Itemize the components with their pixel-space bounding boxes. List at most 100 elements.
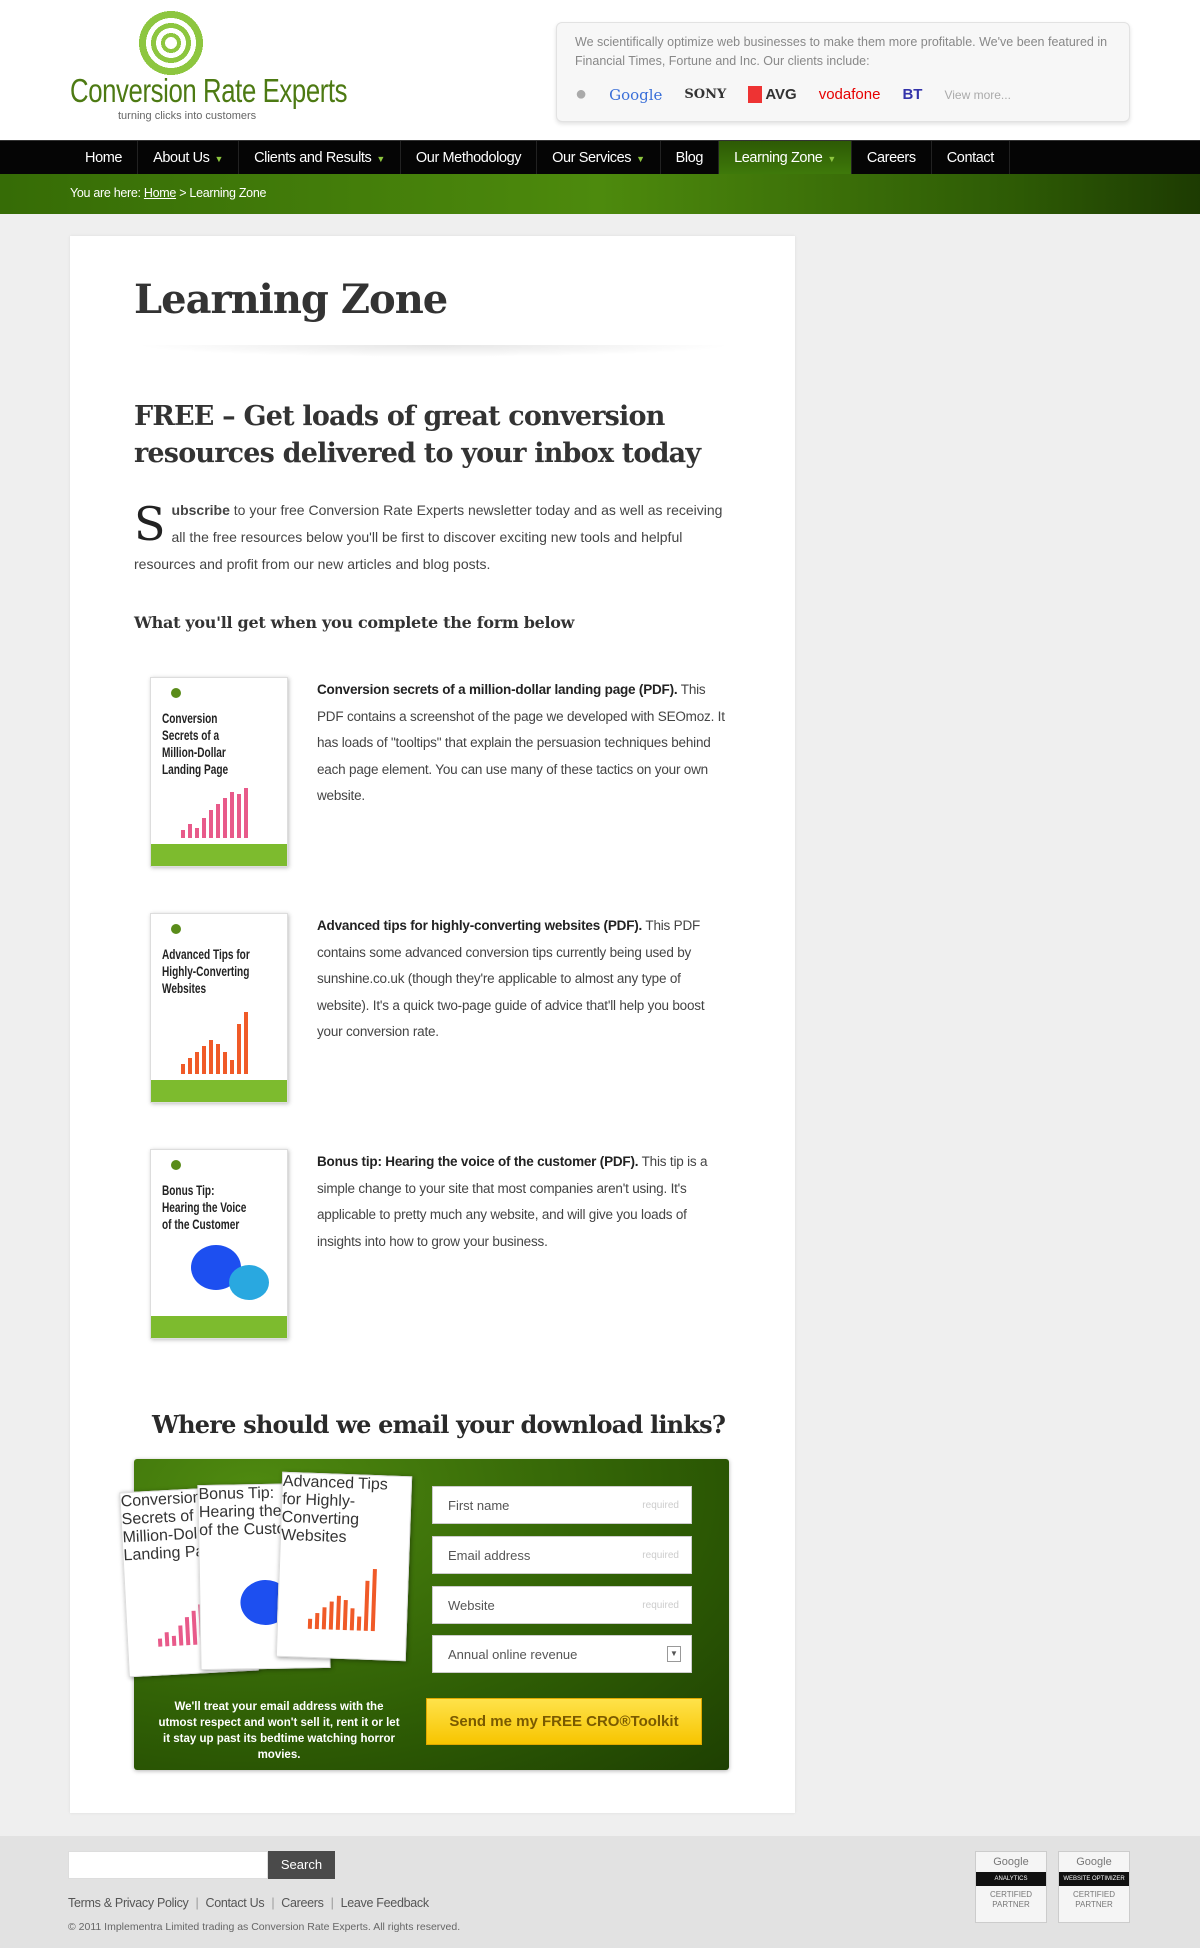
breadcrumb: You are here: Home > Learning Zone [70,186,266,200]
logo-icon[interactable] [136,10,206,76]
google-logo: Google [609,85,663,104]
dropcap: S [134,497,166,551]
email-placeholder: Email address [448,1548,531,1563]
what-you-get-heading: What you'll get when you complete the fo… [134,613,575,632]
required-hint: required [642,1500,679,1511]
nav-label: Contact [946,150,995,166]
nav-item-learning-zone[interactable]: Learning Zone ▼ [719,141,852,175]
chevron-down-icon: ▼ [376,154,385,164]
pdf-cover-thumbnail: Advanced Tips for Highly-Converting Webs… [150,913,288,1103]
chevron-down-icon: ▼ [636,154,645,164]
sony-logo: SONY [684,87,727,102]
badge-status: CERTIFIED PARTNER [989,1890,1033,1909]
nav-item-clients-and-results[interactable]: Clients and Results ▼ [239,141,401,175]
title-divider [134,345,734,357]
required-hint: required [642,1600,679,1611]
footer-link-careers[interactable]: Careers [281,1896,324,1910]
nav-item-about-us[interactable]: About Us ▼ [138,141,240,175]
nav-item-our-services[interactable]: Our Services ▼ [537,141,661,175]
footer-link-contact[interactable]: Contact Us [205,1896,264,1910]
resource-description: Advanced tips for highly-converting webs… [317,913,727,1046]
nav-item-contact[interactable]: Contact [932,141,1010,175]
website-placeholder: Website [448,1598,495,1613]
clients-box: We scientifically optimize web businesse… [556,22,1130,122]
pdf-cover-thumbnail: Advanced Tips for Highly-Converting Webs… [275,1471,413,1662]
chevron-down-icon: ▼ [214,154,224,164]
cover-band [151,1316,287,1338]
nav-label: Our Services [552,150,632,166]
nav-item-our-methodology[interactable]: Our Methodology [401,141,538,175]
page-title: Learning Zone [134,276,448,323]
nav-item-blog[interactable]: Blog [661,141,720,175]
speech-bubble-icon [229,1265,269,1300]
breadcrumb-home-link[interactable]: Home [144,186,176,200]
footer-links: Terms & Privacy Policy | Contact Us | Career… [68,1896,429,1910]
page-subtitle: FREE – Get loads of great conversion res… [134,401,701,469]
revenue-selected: Annual online revenue [448,1647,578,1662]
resource-description: Bonus tip: Hearing the voice of the cust… [317,1149,727,1255]
nav-label: About Us [153,150,210,166]
nav-label: Careers [866,150,916,166]
chevron-down-icon: ▼ [827,154,836,164]
google-website-optimizer-badge: Google WEBSITE OPTIMIZER CERTIFIED PARTNER [1058,1851,1130,1923]
logo-text[interactable]: Conversion Rate Experts [70,72,348,110]
resource-item: Conversion Secrets of a Million-Dollar L… [150,677,740,877]
apple-logo-icon: ● [575,83,588,105]
breadcrumb-bar: You are here: Home > Learning Zone [0,174,1200,214]
intro-paragraph: Subscribe to your free Conversion Rate E… [134,497,726,578]
resource-item: Advanced Tips for Highly-Converting Webs… [150,913,740,1113]
cover-chart-graphic [181,788,248,838]
cover-band [151,844,287,866]
footer-search-button[interactable]: Search [268,1851,335,1879]
logo-tagline: turning clicks into customers [118,110,257,122]
badge-product: WEBSITE OPTIMIZER [1059,1872,1129,1886]
footer-link-terms[interactable]: Terms & Privacy Policy [68,1896,189,1910]
nav-item-home[interactable]: Home [70,141,139,175]
nav-label: Home [85,150,123,166]
header: Conversion Rate Experts turning clicks i… [0,0,1200,140]
brand-dot-icon [171,924,181,934]
resource-title: Conversion secrets of a million-dollar l… [317,682,678,697]
submit-button[interactable]: Send me my FREE CRO®Toolkit [426,1698,702,1745]
first-name-input[interactable]: First name required [432,1486,692,1524]
cover-chart-graphic [181,1012,248,1074]
brand-dot-icon [171,688,181,698]
breadcrumb-current: Learning Zone [189,186,267,200]
form-heading: Where should we email your download link… [152,1410,726,1439]
cover-band [151,1080,287,1102]
badge-brand: Google [993,1856,1029,1868]
nav-item-careers[interactable]: Careers [852,141,932,175]
nav-label: Our Methodology [415,150,522,166]
privacy-note: We'll treat your email address with the … [158,1701,400,1761]
resource-item: Bonus Tip: Hearing the Voice of the Cust… [150,1149,740,1349]
footer-link-feedback[interactable]: Leave Feedback [341,1896,430,1910]
nav-label: Learning Zone [734,150,823,166]
resource-text: This PDF contains some advanced conversi… [317,918,705,1039]
intro-bold: ubscribe [171,502,230,518]
dropdown-arrow-icon[interactable]: ▼ [667,1646,681,1662]
pdf-cover-thumbnail: Bonus Tip: Hearing the Voice of the Cust… [150,1149,288,1339]
resource-text: This PDF contains a screenshot of the pa… [317,682,725,803]
resource-description: Conversion secrets of a million-dollar l… [317,677,727,810]
resource-title: Advanced tips for highly-converting webs… [317,918,643,933]
first-name-placeholder: First name [448,1498,510,1513]
pdf-cover-thumbnail: Conversion Secrets of a Million-Dollar L… [150,677,288,867]
breadcrumb-prefix: You are here: [70,186,141,200]
breadcrumb-separator: > [179,186,187,200]
vodafone-logo: vodafone [818,86,881,103]
cover-chart-graphic [307,1567,377,1632]
cover-title: Conversion Secrets of a Million-Dollar L… [162,710,229,777]
view-more-link[interactable]: View more... [944,88,1010,102]
email-input[interactable]: Email address required [432,1536,692,1574]
cover-title: Advanced Tips for Highly-Converting Webs… [280,1472,389,1547]
footer-search-input[interactable] [68,1851,268,1879]
revenue-select[interactable]: Annual online revenue ▼ [432,1635,692,1673]
required-hint: required [642,1550,679,1561]
resource-title: Bonus tip: Hearing the voice of the cust… [317,1154,639,1169]
website-input[interactable]: Website required [432,1586,692,1624]
avg-logo: AVG [748,86,797,103]
bt-logo: BT [902,86,923,103]
main-nav: Home About Us ▼ Clients and Results ▼ Our Met… [0,140,1200,175]
badge-brand: Google [1076,1856,1112,1868]
brand-dot-icon [171,1160,181,1170]
